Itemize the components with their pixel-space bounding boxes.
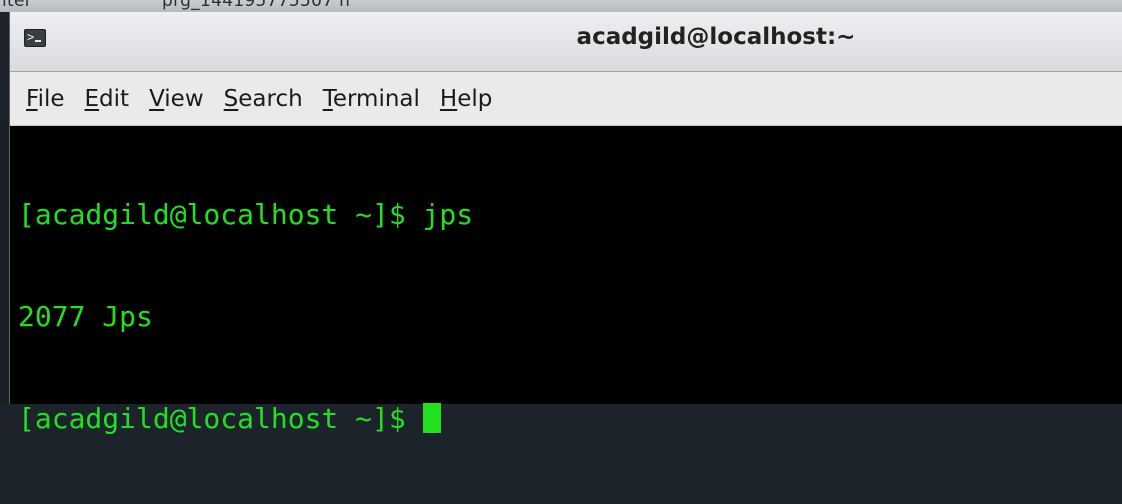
background-text-fragment: prg_144195775507 n bbox=[162, 0, 351, 11]
menu-mnemonic: H bbox=[439, 85, 458, 112]
window-titlebar[interactable]: > acadgild@localhost:~ bbox=[10, 12, 1122, 72]
menu-label: elp bbox=[457, 85, 493, 112]
menu-help[interactable]: Help bbox=[430, 86, 502, 112]
menu-label: dit bbox=[99, 85, 130, 112]
menubar: File Edit View Search Terminal Help bbox=[10, 72, 1122, 126]
menu-file[interactable]: File bbox=[16, 86, 75, 112]
menu-terminal[interactable]: Terminal bbox=[313, 86, 430, 112]
menu-label: iew bbox=[164, 85, 204, 112]
terminal-line: [acadgild@localhost ~]$ jps bbox=[18, 198, 474, 231]
background-window-strip: iter prg_144195775507 n bbox=[0, 0, 1122, 12]
terminal-window: > acadgild@localhost:~ File Edit View Se… bbox=[9, 12, 1122, 435]
terminal-output[interactable]: [acadgild@localhost ~]$ jps 2077 Jps [ac… bbox=[10, 126, 1122, 435]
text-cursor bbox=[422, 403, 441, 433]
menu-label: ile bbox=[37, 85, 65, 112]
terminal-prompt: [acadgild@localhost ~]$ bbox=[18, 402, 423, 435]
background-window-edge bbox=[0, 120, 9, 404]
menu-mnemonic: F bbox=[26, 85, 38, 112]
menu-mnemonic: S bbox=[223, 85, 239, 112]
menu-edit[interactable]: Edit bbox=[75, 86, 140, 112]
menu-label: earch bbox=[238, 85, 303, 112]
window-title: acadgild@localhost:~ bbox=[576, 24, 856, 50]
terminal-line: 2077 Jps bbox=[18, 300, 153, 333]
menu-view[interactable]: View bbox=[139, 86, 214, 112]
menu-label: erminal bbox=[332, 85, 420, 112]
menu-mnemonic: T bbox=[322, 85, 333, 112]
menu-mnemonic: E bbox=[84, 85, 100, 112]
menu-mnemonic: V bbox=[149, 85, 165, 112]
menu-search[interactable]: Search bbox=[214, 86, 313, 112]
background-text-fragment: iter bbox=[2, 0, 33, 11]
terminal-prompt-line: [acadgild@localhost ~]$ bbox=[18, 402, 1122, 436]
